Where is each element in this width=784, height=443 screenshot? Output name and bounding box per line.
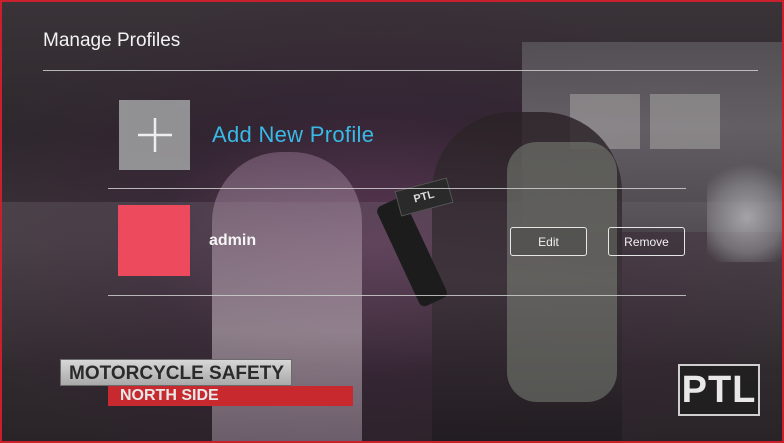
background-window xyxy=(650,94,720,149)
profile-name: admin xyxy=(209,232,257,249)
avatar[interactable] xyxy=(118,205,190,276)
row-divider xyxy=(108,188,686,189)
manage-profiles-screen: PTL MOTORCYCLE SAFETY NORTH SIDE PTL Man… xyxy=(0,0,784,443)
lower-third-subline: NORTH SIDE xyxy=(108,386,353,406)
edit-profile-button[interactable]: Edit xyxy=(510,227,587,256)
plus-icon xyxy=(137,118,172,152)
background-vest xyxy=(507,142,617,402)
channel-logo: PTL xyxy=(678,364,760,416)
header-divider xyxy=(43,70,758,71)
news-lower-third: MOTORCYCLE SAFETY NORTH SIDE xyxy=(60,359,353,406)
add-profile-tile[interactable] xyxy=(119,100,190,170)
row-divider xyxy=(108,295,686,296)
remove-profile-button[interactable]: Remove xyxy=(608,227,685,256)
page-title: Manage Profiles xyxy=(43,30,181,51)
lower-third-headline: MOTORCYCLE SAFETY xyxy=(60,359,292,386)
add-new-profile-link[interactable]: Add New Profile xyxy=(212,122,374,148)
background-motorcycle xyxy=(707,152,782,262)
